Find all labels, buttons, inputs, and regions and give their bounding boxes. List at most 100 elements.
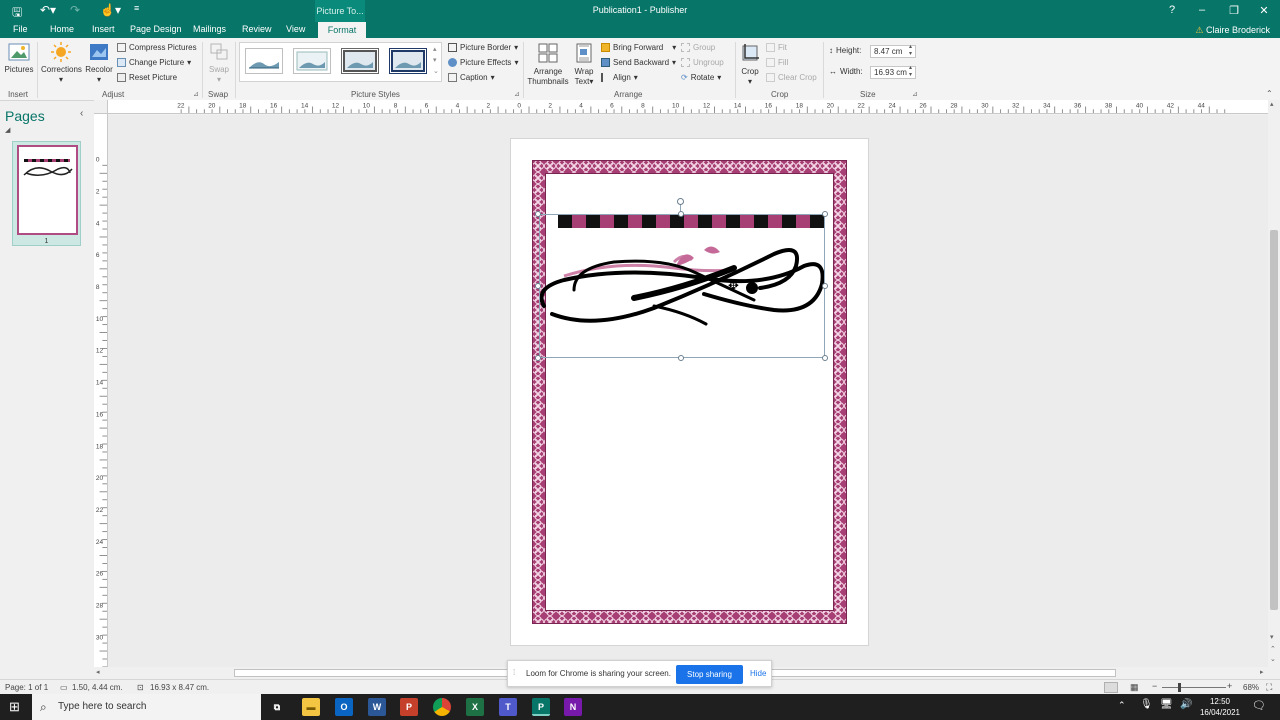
zoom-slider[interactable] [1162,687,1226,688]
tab-home[interactable]: Home [50,24,74,34]
scroll-down-icon[interactable]: ▾ [1270,633,1274,641]
horizontal-ruler[interactable]: 22 20 18 16 14 12 10 8 6 4 2 0 2 4 6 8 10 12 14 16 18 20 22 24 2… [108,100,1268,114]
pictures-button[interactable]: Pictures [4,42,34,75]
excel-icon[interactable]: X [466,698,484,716]
scroll-left-icon[interactable]: ◂ [96,668,100,676]
resize-handle-top[interactable] [678,211,684,217]
rotate-button[interactable]: ⟳ Rotate ▾ [681,73,721,82]
publisher-icon[interactable]: P [532,698,550,716]
taskbar-search-input[interactable]: ⌕ Type here to search [32,694,261,720]
teams-icon[interactable]: T [499,698,517,716]
height-spinner[interactable]: ▴ ▾ [909,44,912,58]
resize-handle-right[interactable] [822,283,828,289]
picture-style-2[interactable] [293,48,331,74]
resize-handle-bottom-right[interactable] [822,355,828,361]
compress-pictures-button[interactable]: Compress Pictures [117,43,197,52]
tab-view[interactable]: View [286,24,305,34]
scroll-right-icon[interactable]: ▸ [1260,668,1264,676]
two-page-view-icon[interactable]: ▦ [1130,682,1139,693]
page-indicator[interactable]: Page: 1 of 1 [5,683,48,692]
minimize-button[interactable]: – [1192,4,1212,16]
rotation-handle[interactable] [677,198,684,205]
tab-review[interactable]: Review [242,24,272,34]
user-account[interactable]: ⚠ Claire Broderick [1195,25,1270,36]
close-button[interactable]: ✕ [1254,4,1274,17]
ruler-label: 2 [548,102,552,109]
picture-style-1[interactable] [245,48,283,74]
vertical-scroll-thumb[interactable] [1270,230,1278,610]
hide-button[interactable]: Hide [750,669,766,678]
drag-handle-icon[interactable]: ⁞ [513,668,515,677]
microphone-icon[interactable]: 🎙 [1140,699,1153,710]
vertical-ruler[interactable]: 024681012141618202224262830 [94,114,108,667]
powerpoint-icon[interactable]: P [400,698,418,716]
crop-button[interactable]: Crop ▾ [738,42,762,87]
network-icon[interactable]: 🖥 [1160,699,1173,710]
recolor-button[interactable]: Recolor ▾ [84,42,114,85]
width-spinner[interactable]: ▴ ▾ [909,65,912,79]
bring-forward-button[interactable]: Bring Forward ▾ [601,43,676,52]
tab-insert[interactable]: Insert [92,24,115,34]
picture-style-3[interactable] [341,48,379,74]
onenote-icon[interactable]: N [564,698,582,716]
scroll-up-icon[interactable]: ▴ [1270,100,1274,108]
notifications-icon[interactable]: 🗨 [1252,699,1266,712]
zoom-level[interactable]: 68% [1243,683,1259,692]
resize-handle-top-right[interactable] [822,211,828,217]
gallery-scroll[interactable]: ▴ ▾ ⌄ [433,44,439,77]
chrome-icon[interactable] [433,698,451,716]
single-page-view-icon[interactable] [1104,682,1118,693]
volume-icon[interactable]: 🔊 [1180,699,1192,710]
collapse-pane-icon[interactable]: ‹ [80,108,83,119]
fit-page-icon[interactable]: ⛶ [1266,682,1272,693]
windows-start-icon[interactable]: ⊞ [9,699,20,715]
zoom-out-button[interactable]: − [1152,681,1157,691]
change-picture-button[interactable]: Change Picture ▾ [117,58,191,67]
previous-page-icon[interactable]: ⌃ [1270,645,1276,653]
resize-handle-top-left[interactable] [535,211,541,217]
show-hidden-icons-icon[interactable]: ⌃ [1118,700,1126,711]
fit-button[interactable]: Fit [766,43,787,52]
reset-picture-button[interactable]: Reset Picture [117,73,177,82]
tab-format[interactable]: Format [318,22,366,38]
picture-style-4[interactable] [389,48,427,74]
picture-border-button[interactable]: Picture Border ▾ [448,43,518,52]
corrections-button[interactable]: Corrections ▾ [41,42,82,85]
wrap-text-button[interactable]: Wrap Text▾ [571,42,597,87]
ruler-label: 12 [96,348,104,355]
zoom-slider-thumb[interactable] [1178,683,1181,692]
word-icon[interactable]: W [368,698,386,716]
fill-button[interactable]: Fill [766,58,788,67]
stop-sharing-button[interactable]: Stop sharing [676,665,743,684]
resize-handle-left[interactable] [535,283,541,289]
arrange-thumbnails-button[interactable]: Arrange Thumbnails [526,42,570,87]
resize-handle-bottom-left[interactable] [535,355,541,361]
clear-crop-button[interactable]: Clear Crop [766,73,817,82]
task-view-icon[interactable]: ⧉ [268,698,286,716]
restore-button[interactable]: ❐ [1224,4,1244,17]
tab-page-design[interactable]: Page Design [130,24,182,34]
next-page-icon[interactable]: ⌄ [1270,655,1276,663]
caption-button[interactable]: Caption ▾ [448,73,495,82]
clock[interactable]: 12:50 16/04/2021 [1196,696,1244,718]
page-thumbnail[interactable]: 1 [12,141,81,246]
ungroup-button[interactable]: Ungroup [681,58,724,67]
vertical-scrollbar[interactable]: ▴ ▾ ⌃ ⌄ [1268,100,1280,667]
dialog-launcher-icon[interactable]: ⊿ [193,90,199,98]
zoom-in-button[interactable]: + [1227,681,1232,691]
group-button[interactable]: Group [681,43,715,52]
resize-handle-bottom[interactable] [678,355,684,361]
dialog-launcher-icon[interactable]: ⊿ [514,90,520,98]
swap-button[interactable]: Swap ▾ [206,42,232,85]
help-button[interactable]: ? [1162,4,1182,16]
file-explorer-icon[interactable]: ▬ [302,698,320,716]
collapse-ribbon-icon[interactable]: ⌃ [1266,89,1273,98]
selection-frame[interactable] [539,214,825,358]
send-backward-button[interactable]: Send Backward ▾ [601,58,676,67]
align-button[interactable]: Align ▾ [601,73,638,82]
dialog-launcher-icon[interactable]: ⊿ [912,90,918,98]
tab-file[interactable]: File [13,24,28,34]
outlook-icon[interactable]: O [335,698,353,716]
tab-mailings[interactable]: Mailings [193,24,226,34]
picture-effects-button[interactable]: Picture Effects ▾ [448,58,518,67]
